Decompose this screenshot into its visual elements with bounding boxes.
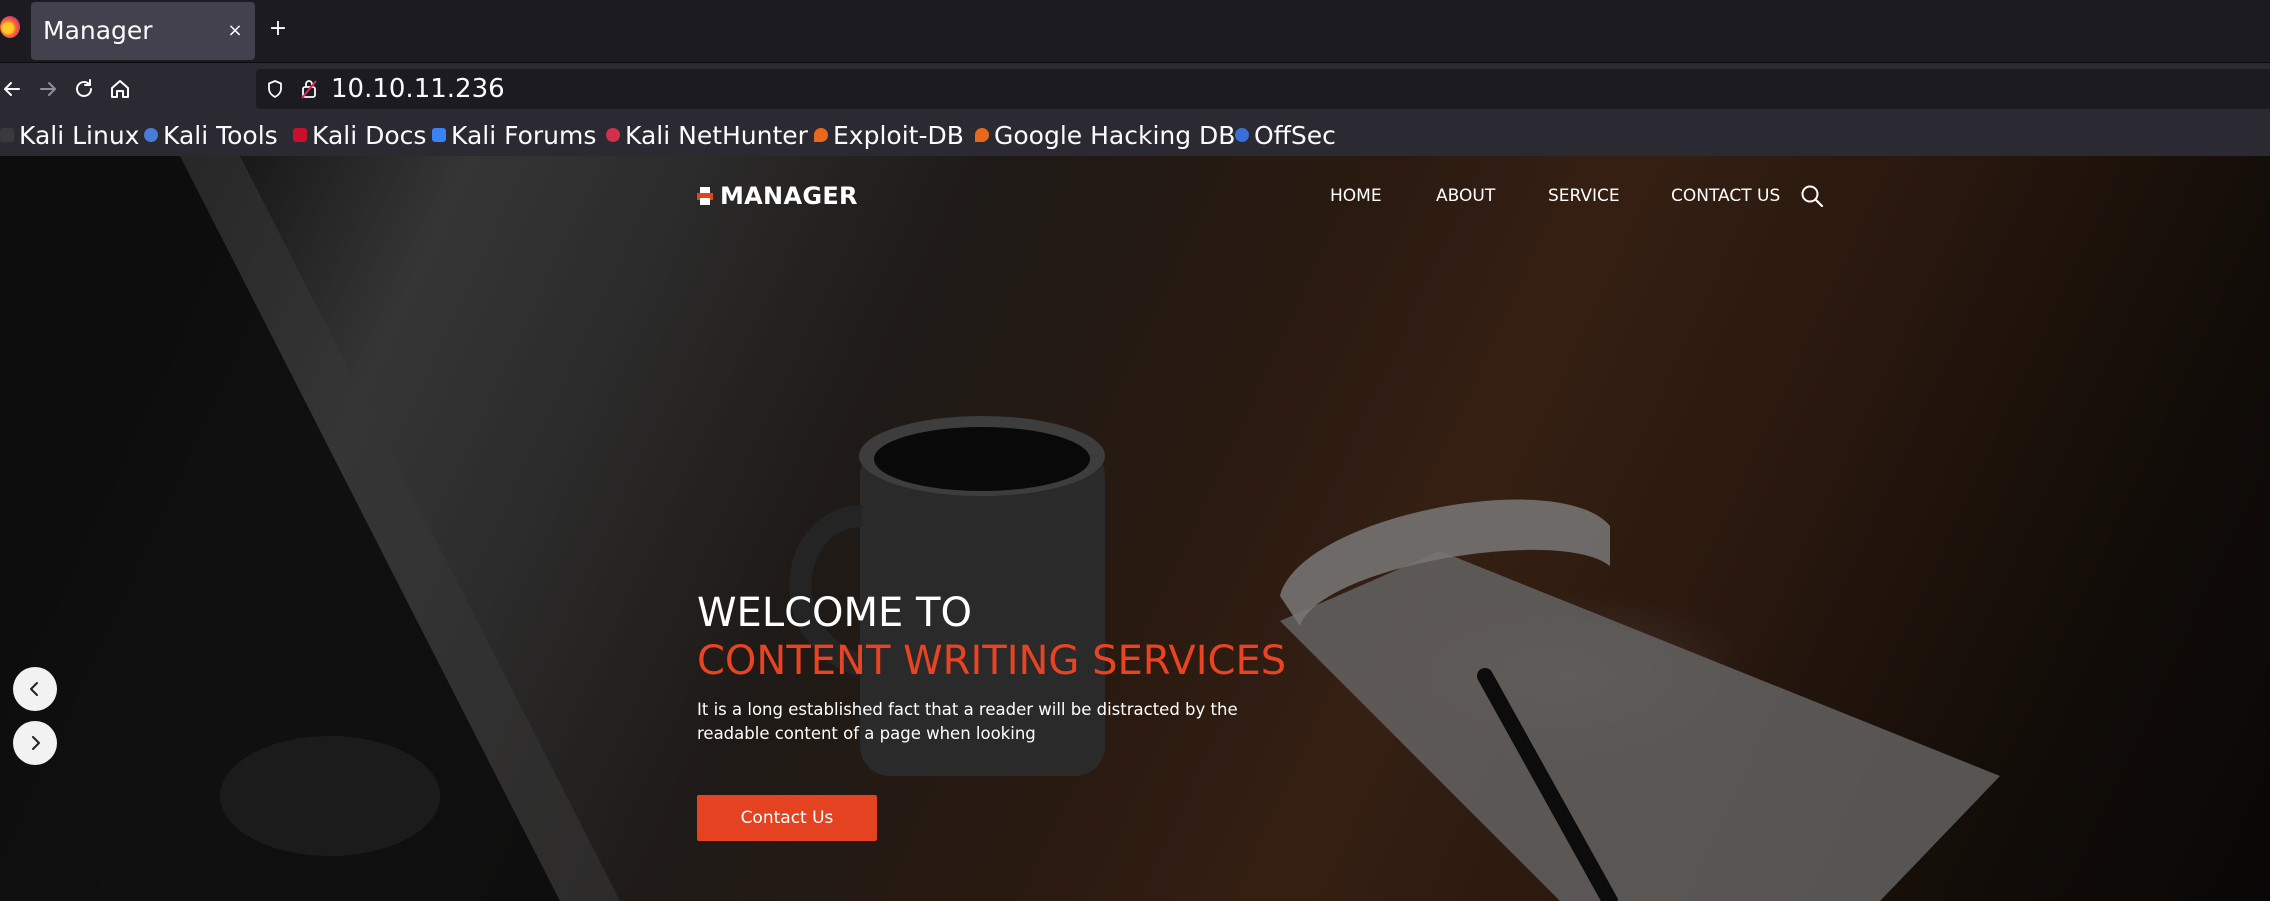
bookmark-google-hacking-db[interactable]: Google Hacking DB — [975, 114, 1235, 156]
bookmarks-toolbar: Kali Linux Kali Tools Kali Docs Kali For… — [0, 114, 2270, 156]
reload-icon[interactable] — [72, 77, 96, 101]
bookmark-kali-linux[interactable]: Kali Linux — [0, 114, 139, 156]
chevron-right-icon — [32, 736, 40, 750]
bookmark-exploit-db[interactable]: Exploit-DB — [814, 114, 964, 156]
bookmark-kali-tools[interactable]: Kali Tools — [144, 114, 278, 156]
search-icon[interactable] — [1800, 184, 1824, 208]
nav-about[interactable]: ABOUT — [1436, 186, 1495, 206]
bookmark-label: OffSec — [1254, 120, 1336, 150]
contact-us-button[interactable]: Contact Us — [697, 795, 877, 841]
hero-title-line1: WELCOME TO — [697, 590, 972, 636]
kali-nethunter-icon — [606, 128, 620, 142]
navigation-toolbar: 10.10.11.236 — [0, 62, 2270, 115]
hero-section: MANAGER HOME ABOUT SERVICE CONTACT US WE… — [0, 156, 2270, 901]
bookmark-label: Kali Linux — [19, 120, 140, 150]
tracking-shield-icon[interactable] — [266, 79, 284, 99]
logo-text: MANAGER — [720, 182, 858, 210]
url-text[interactable]: 10.10.11.236 — [331, 72, 505, 106]
chevron-left-icon — [30, 682, 38, 696]
printer-icon — [697, 187, 713, 205]
bookmark-label: Kali NetHunter — [625, 120, 808, 150]
exploit-db-icon — [814, 128, 828, 142]
kali-forums-icon — [432, 128, 446, 142]
forward-arrow-icon[interactable] — [36, 77, 60, 101]
hero-title-line2: CONTENT WRITING SERVICES — [697, 638, 1287, 684]
nav-contact-us[interactable]: CONTACT US — [1671, 186, 1780, 206]
bookmark-kali-forums[interactable]: Kali Forums — [432, 114, 596, 156]
kali-tools-icon — [144, 128, 158, 142]
bookmark-label: Kali Docs — [312, 120, 427, 150]
slider-next-button[interactable] — [13, 721, 57, 765]
bookmark-kali-docs[interactable]: Kali Docs — [293, 114, 426, 156]
offsec-icon — [1235, 128, 1249, 142]
bookmark-label: Google Hacking DB — [994, 120, 1236, 150]
nav-service[interactable]: SERVICE — [1548, 186, 1620, 206]
bookmark-label: Exploit-DB — [833, 120, 964, 150]
hero-content: WELCOME TO CONTENT WRITING SERVICES It i… — [697, 589, 1297, 746]
close-tab-icon[interactable]: × — [225, 16, 245, 46]
nav-home[interactable]: HOME — [1330, 186, 1382, 206]
home-icon[interactable] — [108, 77, 132, 101]
slider-prev-button[interactable] — [13, 667, 57, 711]
firefox-logo-icon — [0, 16, 20, 38]
back-arrow-icon[interactable] — [0, 77, 24, 101]
url-bar[interactable]: 10.10.11.236 — [256, 69, 2270, 109]
bookmark-offsec[interactable]: OffSec — [1235, 114, 1336, 156]
hero-background-image — [0, 156, 2000, 901]
tab-strip: Manager × + — [0, 0, 2270, 62]
site-logo[interactable]: MANAGER — [697, 182, 858, 210]
bookmark-label: Kali Tools — [163, 120, 278, 150]
site-header: MANAGER HOME ABOUT SERVICE CONTACT US — [0, 156, 2270, 236]
kali-dragon-icon — [0, 128, 14, 142]
tab-manager[interactable]: Manager × — [31, 2, 255, 60]
lock-icon[interactable] — [300, 78, 318, 100]
bookmark-label: Kali Forums — [451, 120, 597, 150]
hero-description: It is a long established fact that a rea… — [697, 700, 1238, 743]
ghdb-icon — [975, 128, 989, 142]
tab-title: Manager — [43, 16, 153, 45]
kali-docs-icon — [293, 128, 307, 142]
new-tab-button[interactable]: + — [268, 14, 288, 44]
bookmark-kali-nethunter[interactable]: Kali NetHunter — [606, 114, 808, 156]
